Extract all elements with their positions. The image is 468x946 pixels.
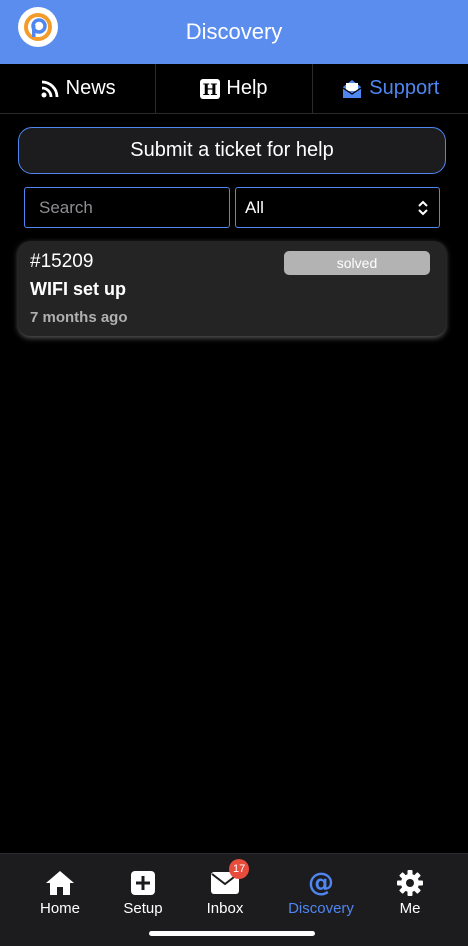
page-title: Discovery	[185, 19, 283, 44]
svg-text:H: H	[203, 80, 218, 99]
tab-news-label: News	[65, 77, 116, 99]
plus-square-icon	[131, 871, 155, 895]
app-logo[interactable]	[18, 7, 58, 47]
ticket-time: 7 months ago	[30, 309, 128, 326]
inbox-badge: 17	[229, 859, 250, 879]
home-icon	[46, 871, 74, 895]
h-square-icon: H	[200, 78, 221, 99]
search-input[interactable]	[24, 187, 230, 228]
svg-text:@: @	[308, 869, 334, 897]
tab-help-label: Help	[226, 77, 268, 99]
status-filter-value: All	[245, 197, 264, 217]
nav-discovery[interactable]: @ Discovery	[276, 868, 366, 917]
app-header: Discovery	[0, 0, 468, 64]
ticket-card[interactable]: #15209 solved WIFI set up 7 months ago	[18, 241, 446, 336]
nav-inbox-label: Inbox	[206, 900, 244, 917]
logo-icon	[24, 13, 52, 41]
gear-icon	[397, 870, 423, 896]
tab-support[interactable]: Support	[313, 64, 468, 113]
tab-support-label: Support	[369, 77, 440, 99]
submit-ticket-button[interactable]: Submit a ticket for help	[18, 127, 446, 174]
chevron-up-down-icon	[418, 200, 428, 215]
nav-setup-label: Setup	[123, 900, 163, 917]
nav-me[interactable]: Me	[365, 868, 455, 917]
nav-inbox[interactable]: 17 Inbox	[180, 859, 270, 917]
home-indicator[interactable]	[149, 931, 315, 936]
nav-me-label: Me	[399, 900, 421, 917]
tab-help[interactable]: H Help	[156, 64, 313, 113]
at-icon: @	[308, 869, 334, 897]
nav-home-label: Home	[39, 900, 80, 917]
discovery-tabs: News H Help Support	[0, 64, 468, 114]
nav-home[interactable]: Home	[15, 868, 105, 917]
nav-discovery-label: Discovery	[288, 900, 354, 917]
status-filter-select[interactable]: All	[235, 187, 440, 228]
nav-setup[interactable]: Setup	[98, 868, 188, 917]
rss-icon	[41, 80, 59, 97]
status-badge: solved	[284, 251, 430, 275]
tab-news[interactable]: News	[0, 64, 157, 113]
ticket-id: #15209	[30, 251, 94, 272]
envelope-open-icon	[342, 79, 362, 98]
ticket-title: WIFI set up	[30, 279, 126, 299]
